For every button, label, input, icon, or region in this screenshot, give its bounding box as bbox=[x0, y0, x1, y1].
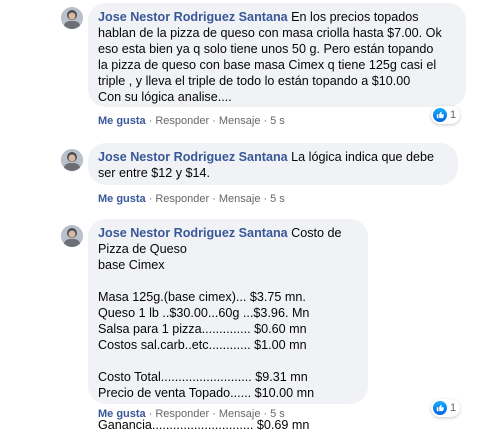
separator: · bbox=[263, 115, 268, 127]
reactions-number: 1 bbox=[450, 109, 457, 121]
avatar[interactable] bbox=[61, 225, 83, 247]
comment-actions: Me gusta · Responder · Mensaje · 5 s bbox=[98, 115, 285, 127]
message-button[interactable]: Mensaje bbox=[219, 193, 261, 205]
separator: · bbox=[148, 115, 153, 127]
message-button[interactable]: Mensaje bbox=[219, 408, 261, 420]
like-button[interactable]: Me gusta bbox=[98, 193, 146, 205]
comment-bubble: Jose Nestor Rodriguez Santana La lógica … bbox=[88, 143, 458, 185]
separator: · bbox=[212, 193, 216, 205]
like-button[interactable]: Me gusta bbox=[98, 408, 146, 420]
message-button[interactable]: Mensaje bbox=[219, 115, 261, 127]
separator: · bbox=[212, 408, 216, 420]
reply-button[interactable]: Responder bbox=[155, 408, 209, 420]
comment-author[interactable]: Jose Nestor Rodriguez Santana bbox=[98, 150, 288, 164]
separator: · bbox=[212, 115, 216, 127]
comment-author[interactable]: Jose Nestor Rodriguez Santana bbox=[98, 226, 288, 240]
avatar[interactable] bbox=[61, 149, 83, 171]
reactions-number: 1 bbox=[450, 402, 457, 414]
like-button[interactable]: Me gusta bbox=[98, 115, 146, 127]
separator: · bbox=[263, 408, 268, 420]
separator: · bbox=[148, 193, 153, 205]
reactions-count[interactable]: 1 bbox=[431, 399, 461, 417]
separator: · bbox=[263, 193, 268, 205]
timestamp[interactable]: 5 s bbox=[270, 408, 285, 420]
reply-button[interactable]: Responder bbox=[155, 193, 209, 205]
comment-author[interactable]: Jose Nestor Rodriguez Santana bbox=[98, 10, 288, 24]
comment-actions: Me gusta · Responder · Mensaje · 5 s bbox=[98, 408, 285, 420]
comment-text: En los precios topados hablan de la pizz… bbox=[98, 10, 442, 104]
comment-bubble: Jose Nestor Rodriguez Santana Costo de P… bbox=[88, 219, 368, 432]
timestamp[interactable]: 5 s bbox=[270, 115, 285, 127]
comment-bubble: Jose Nestor Rodriguez Santana En los pre… bbox=[88, 3, 466, 107]
separator: · bbox=[148, 408, 153, 420]
like-icon bbox=[433, 401, 447, 415]
like-icon bbox=[433, 108, 447, 122]
reactions-count[interactable]: 1 bbox=[431, 106, 461, 124]
comment-actions: Me gusta · Responder · Mensaje · 5 s bbox=[98, 193, 285, 205]
timestamp[interactable]: 5 s bbox=[270, 193, 285, 205]
avatar[interactable] bbox=[61, 7, 83, 29]
comment-text: Costo de Pizza de Queso base Cimex Masa … bbox=[98, 226, 342, 432]
reply-button[interactable]: Responder bbox=[155, 115, 209, 127]
